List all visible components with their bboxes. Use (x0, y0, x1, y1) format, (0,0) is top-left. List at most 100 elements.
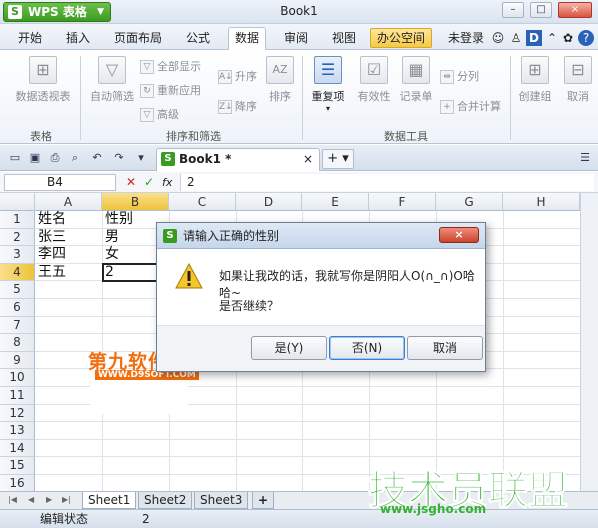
cancel-button[interactable]: 取消 (407, 336, 483, 360)
pivot-table-button[interactable]: ⊞ 数据透视表 (10, 56, 76, 104)
login-link[interactable]: 未登录 (442, 28, 490, 50)
menu-formula[interactable]: 公式 (180, 28, 216, 50)
split-column-button[interactable]: ⇹ 分列 (440, 68, 479, 84)
auto-filter-button[interactable]: ▽ 自动筛选 (84, 56, 140, 104)
settings-icon[interactable]: ✿ (560, 30, 576, 46)
funnel-icon: ▽ (140, 108, 154, 122)
customize-toolbar-icon[interactable]: ▾ (134, 151, 148, 165)
row-header-9[interactable]: 9 (0, 351, 35, 370)
redo-icon[interactable]: ↷ (112, 151, 126, 165)
cell-name-box[interactable]: B4 (4, 174, 116, 191)
row-header-12[interactable]: 12 (0, 404, 35, 423)
column-header-a[interactable]: A (35, 193, 102, 211)
row-header-13[interactable]: 13 (0, 422, 35, 440)
maximize-button[interactable]: □ (530, 2, 552, 18)
column-header-e[interactable]: E (302, 193, 369, 211)
save-icon[interactable]: ▣ (28, 151, 42, 165)
sort-button[interactable]: AZ 排序 (262, 56, 298, 104)
menu-office-space[interactable]: 办公空间 (370, 28, 433, 48)
ribbon: ⊞ 数据透视表 表格 ▽ 自动筛选 ▽ 全部显示 ↻ 重新应用 ▽ 高级 A↓ 升序 Z… (0, 50, 598, 144)
row-header-10[interactable]: 10 (0, 369, 35, 387)
cancel-edit-icon[interactable]: ✕ (126, 174, 136, 191)
cell-a1[interactable]: 姓名 (35, 211, 102, 228)
row-header-4[interactable]: 4 (0, 263, 35, 282)
print-preview-icon[interactable]: ⌕ (68, 151, 82, 165)
sheet-tab-sheet2[interactable]: Sheet2 (138, 492, 193, 509)
select-all-corner[interactable] (0, 193, 35, 211)
yes-button[interactable]: 是(Y) (251, 336, 327, 360)
row-header-7[interactable]: 7 (0, 316, 35, 335)
create-group-button[interactable]: ⊞ 创建组 (514, 56, 556, 104)
duplicates-button[interactable]: ☰ 重复项 ▾ (306, 56, 350, 113)
no-button[interactable]: 否(N) (329, 336, 405, 360)
user-icon[interactable]: ☺ (490, 30, 506, 46)
sort-ascending-button[interactable]: A↓ 升序 (218, 68, 257, 84)
row-header-15[interactable]: 15 (0, 457, 35, 475)
title-bar: S WPS 表格 ▼ Book1 – □ × (0, 0, 598, 24)
ungroup-button[interactable]: ⊟ 取消 (558, 56, 598, 104)
row-header-1[interactable]: 1 (0, 211, 35, 229)
print-icon[interactable]: ⎙ (48, 151, 62, 165)
menu-view[interactable]: 视图 (326, 28, 362, 50)
sheet-tab-sheet1[interactable]: Sheet1 (82, 492, 137, 509)
menu-data[interactable]: 数据 (228, 27, 267, 51)
next-sheet-icon[interactable]: ▶ (46, 495, 52, 504)
column-header-b[interactable]: B (102, 193, 169, 211)
record-form-button[interactable]: ▦ 记录单 (396, 56, 436, 104)
show-all-button[interactable]: ▽ 全部显示 (140, 58, 201, 74)
column-header-f[interactable]: F (369, 193, 436, 211)
row-header-6[interactable]: 6 (0, 299, 35, 317)
help-icon[interactable]: ? (578, 30, 594, 46)
minimize-ribbon-icon[interactable]: ⌃ (544, 30, 560, 46)
row-header-14[interactable]: 14 (0, 439, 35, 458)
formula-input[interactable]: 2 (180, 174, 594, 191)
close-tab-icon[interactable]: × (303, 149, 313, 169)
cell-a2[interactable]: 张三 (35, 229, 102, 246)
cell-a4[interactable]: 王五 (35, 264, 102, 281)
undo-icon[interactable]: ↶ (90, 151, 104, 165)
dialog-close-button[interactable]: × (439, 227, 479, 243)
cell-a3[interactable]: 李四 (35, 246, 102, 263)
insert-function-icon[interactable]: fx (162, 174, 172, 191)
reapply-button[interactable]: ↻ 重新应用 (140, 82, 201, 98)
menu-home[interactable]: 开始 (12, 28, 48, 50)
advanced-filter-button[interactable]: ▽ 高级 (140, 106, 179, 122)
column-header-c[interactable]: C (169, 193, 236, 211)
column-header-h[interactable]: H (503, 193, 580, 211)
column-header-d[interactable]: D (236, 193, 302, 211)
watermark-jsgho-url: www.jsgho.com (380, 502, 487, 516)
row-header-2[interactable]: 2 (0, 228, 35, 247)
last-sheet-icon[interactable]: ▶| (62, 495, 71, 504)
confirm-edit-icon[interactable]: ✓ (144, 174, 154, 191)
chevron-down-icon: ▾ (325, 104, 330, 113)
sort-descending-button[interactable]: Z↓ 降序 (218, 98, 257, 114)
document-tab-book1[interactable]: S Book1 * × (156, 148, 320, 171)
first-sheet-icon[interactable]: |◀ (8, 495, 17, 504)
menu-review[interactable]: 审阅 (278, 28, 314, 50)
vertical-scrollbar[interactable] (580, 193, 598, 491)
row-header-11[interactable]: 11 (0, 387, 35, 405)
validity-button[interactable]: ☑ 有效性 (354, 56, 394, 104)
prev-sheet-icon[interactable]: ◀ (28, 495, 34, 504)
consolidate-button[interactable]: + 合并计算 (440, 98, 501, 114)
add-sheet-button[interactable]: + (252, 492, 275, 509)
funnel-icon: ▽ (98, 56, 126, 84)
row-header-8[interactable]: 8 (0, 334, 35, 352)
new-document-tab-button[interactable]: + ▾ (322, 149, 354, 169)
menu-page-layout[interactable]: 页面布局 (108, 28, 168, 50)
create-group-icon: ⊞ (521, 56, 549, 84)
d-icon[interactable]: D (526, 30, 542, 46)
row-header-5[interactable]: 5 (0, 281, 35, 299)
row-header-3[interactable]: 3 (0, 246, 35, 264)
row-header-16[interactable]: 16 (0, 475, 35, 493)
menu-insert[interactable]: 插入 (60, 28, 96, 50)
column-header-g[interactable]: G (436, 193, 503, 211)
shirt-icon[interactable]: ♙ (508, 30, 524, 46)
open-folder-icon[interactable]: ▭ (8, 151, 22, 165)
sheet-tab-sheet3[interactable]: Sheet3 (194, 492, 249, 509)
tab-list-icon[interactable]: ☰ (578, 151, 592, 165)
document-tab-label: Book1 * (179, 152, 232, 166)
group-separator (302, 56, 303, 140)
minimize-button[interactable]: – (502, 2, 524, 18)
close-window-button[interactable]: × (558, 2, 592, 18)
